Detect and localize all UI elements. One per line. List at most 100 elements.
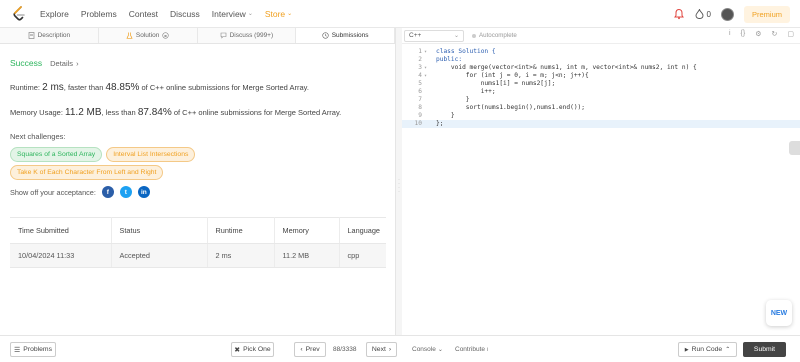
status-success: Success (10, 58, 43, 68)
language-select[interactable]: C++ ⌄ (404, 29, 464, 42)
streak-counter[interactable]: 0 (695, 9, 711, 19)
runtime-mid: , faster than (63, 83, 106, 92)
runtime-percentile: 48.85% (105, 82, 140, 93)
line-number: 9 (418, 112, 422, 119)
console-label: Console (412, 346, 436, 353)
nav-problems[interactable]: Problems (81, 9, 117, 19)
nav-store[interactable]: Store ⌄ (265, 9, 292, 19)
line-number: 3 (418, 64, 422, 71)
pick-one-button[interactable]: ✖ Pick One (231, 342, 274, 357)
run-code-label: Run Code (691, 346, 723, 353)
leetcode-logo-icon[interactable] (12, 5, 26, 22)
fold-arrow-icon[interactable]: ▾ (424, 72, 436, 80)
premium-button[interactable]: Premium (743, 5, 790, 23)
console-button[interactable]: Console ⌄ (412, 346, 443, 353)
challenge-chip[interactable]: Squares of a Sorted Array (10, 147, 103, 162)
challenge-chip[interactable]: Interval List Intersections (106, 147, 196, 162)
tab-solution[interactable]: Solution (99, 28, 198, 43)
table-row[interactable]: 10/04/2024 11:33 Accepted 2 ms 11.2 MB c… (10, 243, 386, 268)
next-label: Next (371, 346, 386, 353)
code-text: for (int j = 0, i = m; j<n; j++){ (436, 72, 589, 79)
new-feature-button[interactable]: NEW (766, 300, 792, 326)
tab-description[interactable]: Description (0, 28, 99, 43)
line-number: 2 (418, 56, 422, 63)
chevron-right-icon: › (388, 346, 392, 353)
code-text: }; (436, 120, 444, 127)
col-memory: Memory (274, 217, 340, 244)
nav-interview[interactable]: Interview ⌄ (212, 9, 253, 19)
memory-value: 11.2 MB (65, 107, 102, 118)
chevron-down-icon: ⌄ (453, 33, 459, 39)
contribute-button[interactable]: Contribute i (455, 346, 488, 353)
code-line: 4 ▾ for (int j = 0, i = m; j<n; j++){ (402, 72, 800, 80)
nav-explore[interactable]: Explore (40, 9, 69, 19)
fold-arrow-icon[interactable]: ▾ (424, 64, 436, 72)
cell-status[interactable]: Accepted (111, 243, 208, 268)
memory-mid: , less than (101, 108, 138, 117)
next-challenges: Squares of a Sorted Array Interval List … (10, 147, 270, 180)
bell-icon[interactable] (673, 8, 685, 20)
info-icon[interactable]: i (729, 30, 731, 38)
linkedin-icon[interactable]: in (137, 186, 150, 198)
comment-icon (220, 32, 226, 39)
reset-icon[interactable]: ↻ (772, 30, 778, 38)
language-label: C++ (409, 32, 422, 39)
clock-icon (322, 32, 329, 39)
col-status: Status (111, 217, 208, 244)
line-number: 10 (414, 120, 422, 127)
settings-icon[interactable]: ⚙ (755, 30, 761, 38)
share-row: Show off your acceptance: f t in (10, 186, 385, 198)
col-runtime: Runtime (207, 217, 275, 244)
code-line: 2 public: (402, 56, 800, 64)
submit-button[interactable]: Submit (743, 342, 786, 357)
code-area[interactable]: 1 ▾ class Solution { 2 public: 3 ▾ void merg… (402, 48, 800, 128)
side-panel-tab[interactable] (789, 141, 800, 155)
streak-count: 0 (706, 9, 711, 19)
tab-discuss[interactable]: Discuss (999+) (198, 28, 297, 43)
chevron-down-icon: ⌄ (287, 11, 293, 17)
details-label: Details (50, 58, 74, 68)
shuffle-icon: ✖ (234, 346, 241, 354)
cell-language: cpp (339, 243, 386, 268)
info-icon: i (486, 347, 488, 353)
challenge-chip[interactable]: Take K of Each Character From Left and R… (10, 165, 164, 180)
autocomplete-toggle[interactable]: Autocomplete (472, 32, 517, 39)
submissions-table: Time Submitted Status Runtime Memory Lan… (10, 217, 386, 268)
code-text: i++; (436, 88, 496, 95)
list-icon: ☰ (14, 346, 21, 354)
braces-icon[interactable]: {} (741, 30, 746, 38)
table-header-row: Time Submitted Status Runtime Memory Lan… (10, 217, 386, 244)
runtime-line: Runtime: 2 ms, faster than 48.85% of C++… (10, 82, 385, 93)
run-code-button[interactable]: ▶ Run Code ⌃ (678, 342, 737, 357)
problem-counter: 88/3338 (333, 346, 357, 353)
details-link[interactable]: Details › (50, 59, 78, 68)
prev-label: Prev (305, 346, 320, 353)
fullscreen-icon[interactable]: ▢ (787, 30, 794, 38)
avatar[interactable] (720, 7, 734, 21)
prev-button[interactable]: ‹ Prev (294, 342, 326, 357)
code-editor-pane: C++ ⌄ Autocomplete i {} ⚙ ↻ ▢ 1 ▾ class So… (402, 28, 800, 335)
twitter-icon[interactable]: t (119, 186, 132, 198)
code-line: 6 i++; (402, 88, 800, 96)
line-number: 4 (418, 72, 422, 79)
facebook-icon[interactable]: f (101, 186, 114, 198)
problems-button[interactable]: ☰ Problems (10, 342, 56, 357)
contribute-label: Contribute (455, 346, 485, 353)
chevron-down-icon: ⌄ (247, 11, 253, 17)
lock-icon (162, 32, 169, 39)
tab-submissions[interactable]: Submissions (296, 28, 395, 43)
tab-description-label: Description (37, 32, 71, 39)
memory-prefix: Memory Usage: (10, 108, 66, 117)
fold-arrow-icon[interactable]: ▾ (424, 48, 436, 56)
runtime-value: 2 ms (42, 82, 64, 93)
nav-contest[interactable]: Contest (129, 9, 158, 19)
submission-result: Success Details › Runtime: 2 ms, faster … (0, 58, 395, 198)
col-time-submitted: Time Submitted (10, 217, 112, 244)
nav-discuss[interactable]: Discuss (170, 9, 200, 19)
next-button[interactable]: Next › (366, 342, 397, 357)
runtime-prefix: Runtime: (10, 83, 43, 92)
